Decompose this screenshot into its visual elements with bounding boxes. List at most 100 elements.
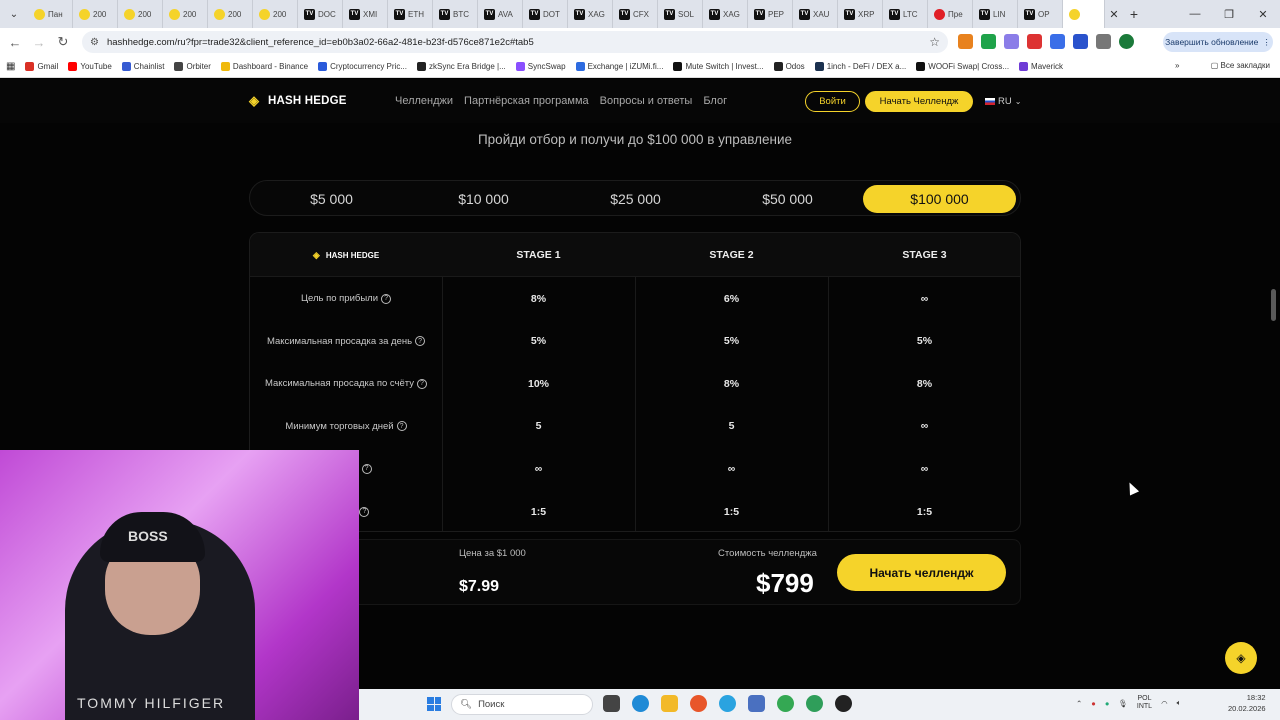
microphone-icon[interactable]: 🎙︎ <box>1118 699 1128 708</box>
input-language[interactable]: POL INTL <box>1137 695 1152 711</box>
bookmark-item[interactable]: Cryptocurrency Pric... <box>318 62 407 71</box>
back-button[interactable]: ← <box>3 35 27 50</box>
browser-tab[interactable]: Пре <box>928 0 973 28</box>
nav-faq[interactable]: Вопросы и ответы <box>600 95 693 107</box>
firefox-icon[interactable] <box>690 695 707 712</box>
browser-tab[interactable]: 200 <box>253 0 298 28</box>
nav-partner-program[interactable]: Партнёрская программа <box>464 95 589 107</box>
browser-tab[interactable]: TV SOL <box>658 0 703 28</box>
bookmark-item[interactable]: YouTube <box>68 62 112 71</box>
apps-grid-icon[interactable]: ▦ <box>6 61 15 72</box>
maximize-button[interactable]: ❐ <box>1212 0 1246 28</box>
browser-tab[interactable]: Пан <box>28 0 73 28</box>
forward-button[interactable]: → <box>27 35 51 50</box>
nav-challenges[interactable]: Челленджи <box>395 95 453 107</box>
browser-tab[interactable]: 200 <box>208 0 253 28</box>
bookmark-item[interactable]: Odos <box>773 62 805 71</box>
browser-tab[interactable]: TV ETH <box>388 0 433 28</box>
help-icon[interactable]: ? <box>396 421 407 432</box>
site-logo[interactable]: ◈ HASH HEDGE <box>249 94 347 108</box>
app-icon[interactable] <box>748 695 765 712</box>
taskbar-search[interactable]: 🔍︎ Поиск <box>451 694 593 715</box>
edge-icon[interactable] <box>632 695 649 712</box>
bookmark-item[interactable]: Dashboard - Binance <box>220 62 308 71</box>
update-button[interactable]: Завершить обновление ⋮ <box>1163 32 1273 52</box>
bookmark-item[interactable]: Gmail <box>25 62 58 71</box>
browser-tab[interactable]: TV XAU <box>793 0 838 28</box>
login-button[interactable]: Войти <box>805 91 860 112</box>
amount-10000[interactable]: $10 000 <box>407 185 560 213</box>
tray-app-icon[interactable]: ● <box>1091 699 1096 708</box>
chrome-icon[interactable] <box>777 695 794 712</box>
browser-tab[interactable]: TV XAG <box>703 0 748 28</box>
minimize-button[interactable]: — <box>1178 0 1212 28</box>
browser-tab[interactable]: 200 <box>163 0 208 28</box>
url-field[interactable]: ⚙ hashhedge.com/ru?fpr=trade32&client_re… <box>82 31 948 53</box>
reload-button[interactable]: ↻ <box>51 34 75 50</box>
browser-tab[interactable]: TV CFX <box>613 0 658 28</box>
bookmark-item[interactable]: Exchange | iZUMi.fi... <box>575 62 663 71</box>
bookmark-item[interactable]: Maverick <box>1019 62 1063 71</box>
bookmark-item[interactable]: 1inch - DeFi / DEX a... <box>814 62 906 71</box>
bookmark-item[interactable]: Mute Switch | Invest... <box>673 62 764 71</box>
hashhedge-chat-icon[interactable]: ◈ <box>1225 642 1257 674</box>
help-icon[interactable]: ? <box>361 463 372 474</box>
tab-search-icon[interactable]: ⌄ <box>0 0 28 28</box>
browser-tab[interactable]: TV PEP <box>748 0 793 28</box>
tray-overflow-icon[interactable]: ⌃ <box>1076 699 1082 708</box>
language-selector[interactable]: RU ⌄ <box>985 96 1021 107</box>
start-challenge-header-button[interactable]: Начать Челлендж <box>865 91 973 112</box>
windows-start-icon[interactable] <box>427 697 441 711</box>
browser-tab[interactable]: TV AVA <box>478 0 523 28</box>
tab-active[interactable] <box>1063 0 1105 28</box>
browser-tab[interactable]: 200 <box>73 0 118 28</box>
all-bookmarks[interactable]: ▢ Все закладки <box>1211 61 1270 70</box>
metamask-icon[interactable] <box>958 34 973 49</box>
browser-tab[interactable]: TV LTC <box>883 0 928 28</box>
extension-icon[interactable] <box>1073 34 1088 49</box>
browser-tab[interactable]: TV XAG <box>568 0 613 28</box>
tray-app-icon[interactable]: ● <box>1105 699 1110 708</box>
extension-icon[interactable] <box>1004 34 1019 49</box>
browser-tab[interactable]: TV XMI <box>343 0 388 28</box>
browser-tab[interactable]: TV DOT <box>523 0 568 28</box>
site-info-icon[interactable]: ⚙ <box>90 37 99 48</box>
profile-avatar[interactable] <box>1119 34 1134 49</box>
extension-icon[interactable] <box>1050 34 1065 49</box>
bookmark-item[interactable]: SyncSwap <box>515 62 566 71</box>
browser-tab[interactable]: TV BTC <box>433 0 478 28</box>
bookmarks-overflow-icon[interactable]: » <box>1175 61 1179 70</box>
close-window-button[interactable]: ✕ <box>1246 0 1280 28</box>
browser-tab[interactable]: TV DOC <box>298 0 343 28</box>
extensions-puzzle-icon[interactable] <box>1096 34 1111 49</box>
extension-badge-icon[interactable] <box>981 34 996 49</box>
help-icon[interactable]: ? <box>415 336 426 347</box>
menu-dots-icon[interactable]: ⋮ <box>1262 37 1271 48</box>
telegram-icon[interactable] <box>719 695 736 712</box>
page-scrollbar[interactable] <box>1271 289 1276 321</box>
extension-icon[interactable] <box>1027 34 1042 49</box>
browser-tab[interactable]: TV LIN <box>973 0 1018 28</box>
new-tab-button[interactable]: + <box>1123 6 1145 22</box>
start-challenge-button[interactable]: Начать челлендж <box>837 554 1006 591</box>
bookmark-item[interactable]: WOOFi Swap| Cross... <box>916 62 1009 71</box>
volume-icon[interactable]: 🔈︎ <box>1177 698 1182 708</box>
clock[interactable]: 18:32 20.02.2026 <box>1228 692 1266 714</box>
help-icon[interactable]: ? <box>381 293 392 304</box>
bookmark-item[interactable]: Orbiter <box>174 62 211 71</box>
help-icon[interactable]: ? <box>416 378 427 389</box>
amount-25000[interactable]: $25 000 <box>559 185 712 213</box>
nav-blog[interactable]: Блог <box>703 95 727 107</box>
task-view-icon[interactable] <box>603 695 620 712</box>
browser-tab[interactable]: TV OP <box>1018 0 1063 28</box>
tab-close-icon[interactable]: ✕ <box>1105 8 1123 21</box>
browser-tab[interactable]: TV XRP <box>838 0 883 28</box>
chrome-profile-icon[interactable] <box>806 695 823 712</box>
bookmark-item[interactable]: zkSync Era Bridge |... <box>416 62 506 71</box>
app-icon[interactable] <box>835 695 852 712</box>
bookmark-item[interactable]: Chainlist <box>121 62 164 71</box>
amount-50000[interactable]: $50 000 <box>711 185 864 213</box>
file-explorer-icon[interactable] <box>661 695 678 712</box>
amount-100000[interactable]: $100 000 <box>863 185 1016 213</box>
help-icon[interactable]: ? <box>359 506 370 517</box>
